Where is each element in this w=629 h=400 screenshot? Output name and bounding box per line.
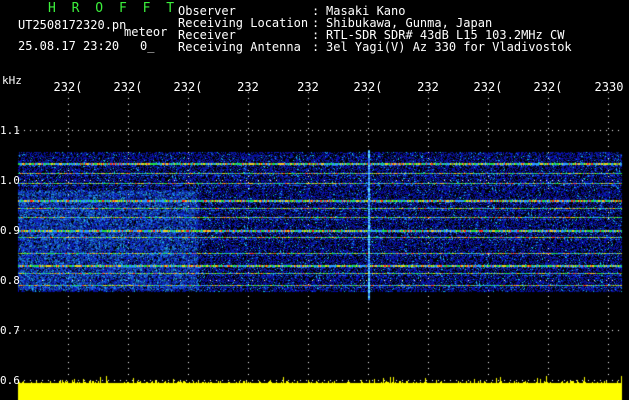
x-tick-label: 232( [173,80,203,94]
x-tick-label: 232 [297,80,319,94]
y-tick-label: 1.0 [0,174,20,187]
antenna-colon: : [312,40,320,54]
x-tick-label: 232( [533,80,563,94]
x-tick-label: 232 [237,80,259,94]
date-time: 25.08.17 23:20 [18,39,120,53]
y-tick-label: 0.8 [0,274,20,287]
x-tick-label: 232 [417,80,439,94]
y-tick-label: 0.7 [0,324,20,337]
y-tick-label: 0.9 [0,224,20,237]
y-tick-label: 0.6 [0,374,20,387]
spectrogram-canvas [0,0,629,400]
meteor-count: 0_ [140,39,155,53]
y-tick-label: 1.1 [0,124,20,137]
y-axis-unit: kHz [2,74,22,87]
x-tick-label: 232( [53,80,83,94]
app-title: H R O F F T [48,1,179,16]
x-tick-label: 232( [353,80,383,94]
x-tick-label: 232( [113,80,143,94]
file-name: UT2508172320.pn [18,18,127,32]
antenna-value: 3el Yagi(V) Az 330 for Vladivostok [326,40,572,54]
x-tick-label: 232( [473,80,503,94]
antenna-label: Receiving Antenna [178,40,301,54]
meteor-tag: meteor [124,25,168,39]
x-tick-label: 2330 [594,80,624,94]
